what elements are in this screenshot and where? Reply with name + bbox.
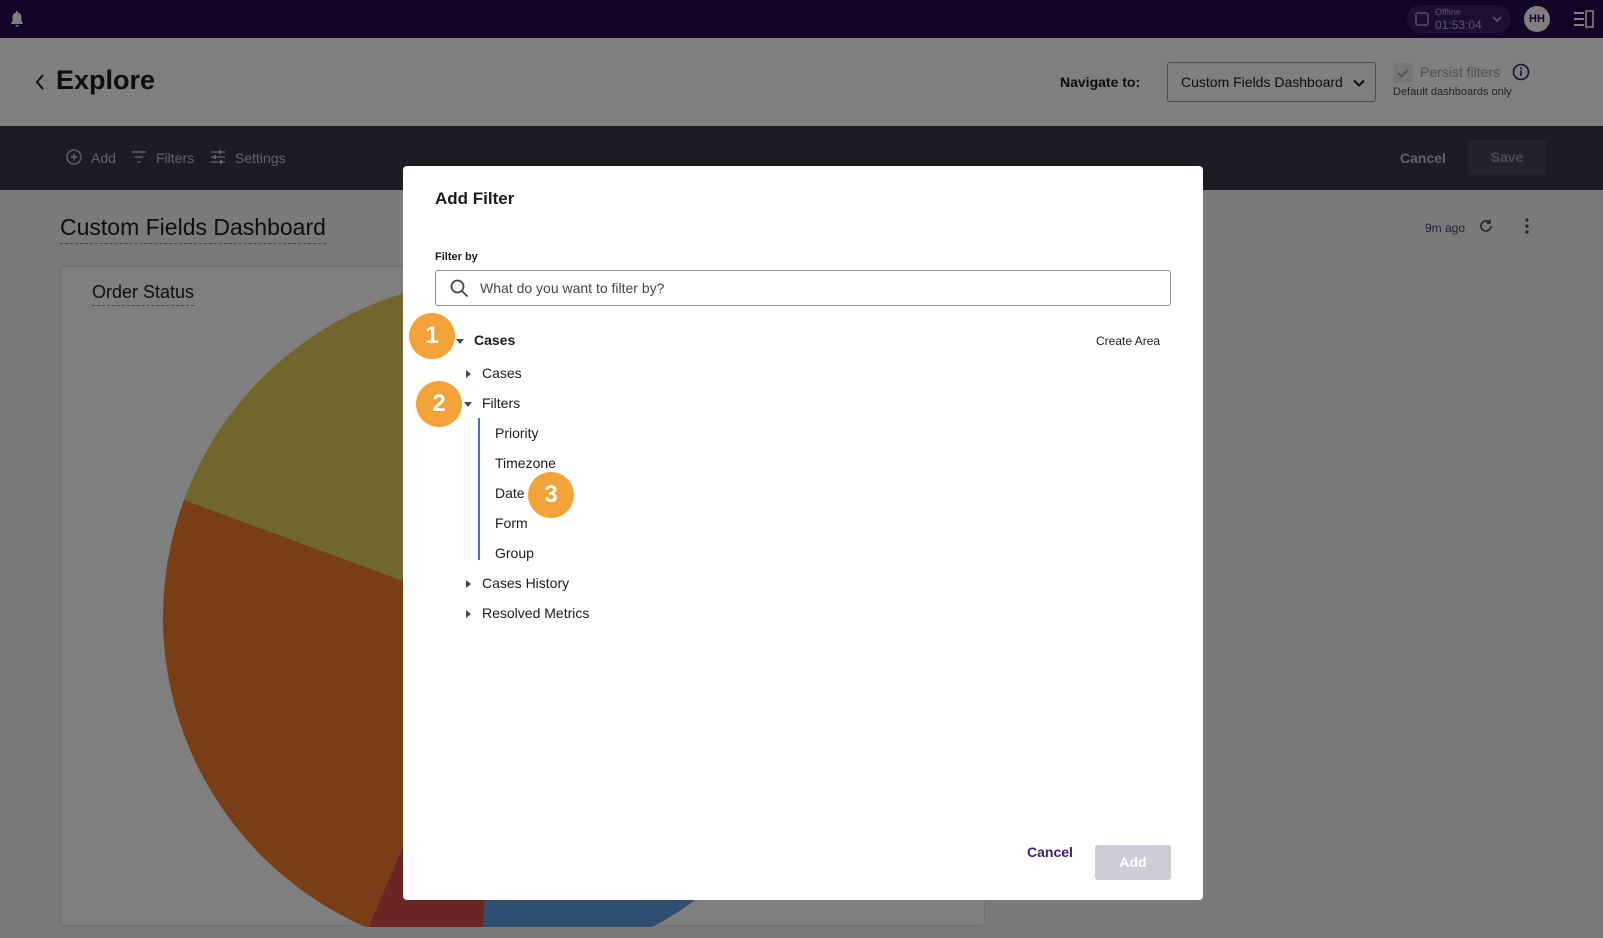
caret-right-icon[interactable] <box>463 579 473 589</box>
dialog-title: Add Filter <box>435 189 515 208</box>
dialog-add-button[interactable]: Add <box>1095 845 1171 880</box>
tree-leaf-group[interactable]: Group <box>495 545 534 561</box>
tree-leaf-form[interactable]: Form <box>495 515 528 531</box>
caret-right-icon[interactable] <box>463 369 473 379</box>
step-marker-3: 3 <box>528 472 574 518</box>
filter-search-field[interactable] <box>435 270 1171 306</box>
add-filter-dialog: Add Filter Filter by Cases Create Area C… <box>403 166 1203 900</box>
tree-node-filters[interactable]: Filters <box>482 395 520 411</box>
dialog-cancel-button[interactable]: Cancel <box>1027 844 1073 860</box>
tree-node-resolved-metrics[interactable]: Resolved Metrics <box>482 605 589 621</box>
search-icon <box>450 279 469 298</box>
tree-node-cases[interactable]: Cases <box>482 365 522 381</box>
caret-down-icon[interactable] <box>455 336 465 346</box>
caret-down-icon[interactable] <box>463 399 473 409</box>
caret-right-icon[interactable] <box>463 609 473 619</box>
filter-by-label: Filter by <box>435 251 478 263</box>
step-marker-1: 1 <box>409 313 455 359</box>
tree-leaf-timezone[interactable]: Timezone <box>495 455 556 471</box>
step-marker-2: 2 <box>416 381 462 427</box>
filter-search-input[interactable] <box>480 272 1160 304</box>
create-area-button[interactable]: Create Area <box>1096 334 1160 348</box>
tree-leaf-date[interactable]: Date <box>495 485 525 501</box>
tree-guide-line <box>478 418 480 560</box>
tree-leaf-priority[interactable]: Priority <box>495 425 539 441</box>
tree-node-cases-root[interactable]: Cases <box>474 332 515 348</box>
tree-node-cases-history[interactable]: Cases History <box>482 575 569 591</box>
